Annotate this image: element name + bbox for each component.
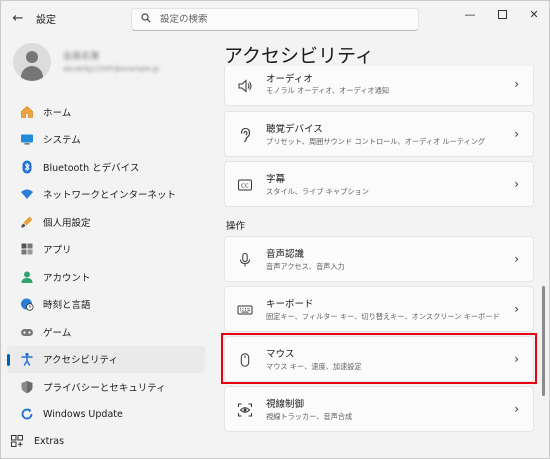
title-bar: ← 設定 — ✕ (1, 1, 549, 35)
card-title: 視線制御 (266, 399, 305, 410)
settings-window: ← 設定 — ✕ 会員名簿 abcdefg12345@example.jp (0, 0, 550, 459)
card-title: マウス (266, 349, 295, 360)
keyboard-card[interactable]: キーボード 固定キー、フィルター キー、切り替えキー、オンスクリーン キーボード… (224, 286, 534, 332)
ear-icon (235, 125, 255, 145)
close-icon: ✕ (529, 7, 539, 21)
card-subtitle: スタイル、ライブ キャプション (266, 187, 369, 196)
gamepad-icon (19, 324, 35, 340)
sidebar-item-label: システム (43, 135, 81, 147)
avatar (13, 43, 51, 81)
page-title: アクセシビリティ (224, 45, 374, 67)
sidebar-item-accessibility[interactable]: アクセシビリティ (7, 345, 205, 373)
sidebar-item-label: アクセシビリティ (43, 355, 118, 367)
card-subtitle: 音声アクセス、音声入力 (266, 262, 345, 271)
sidebar-item-personalization[interactable]: 個人用設定 (7, 208, 205, 236)
eye-control-card[interactable]: 視線制御 視線トラッカー、音声合成 › (224, 386, 534, 432)
search-input[interactable] (160, 14, 390, 25)
sidebar-nav: ホーム システム Bluetooth とデバイス ネットワークとインターネット … (7, 98, 205, 428)
sidebar-item-network[interactable]: ネットワークとインターネット (7, 181, 205, 209)
system-icon (19, 131, 35, 147)
speaker-icon (235, 76, 255, 96)
user-profile[interactable]: 会員名簿 abcdefg12345@example.jp (13, 43, 203, 83)
card-title: キーボード (266, 299, 314, 310)
chevron-right-icon: › (514, 402, 519, 416)
globe-clock-icon (19, 296, 35, 312)
sidebar-item-apps[interactable]: アプリ (7, 236, 205, 264)
captions-card[interactable]: CC 字幕 スタイル、ライブ キャプション › (224, 161, 534, 207)
sidebar-item-extras[interactable]: Extras (9, 431, 64, 451)
card-subtitle: マウス キー、速度、加速設定 (266, 362, 362, 371)
section-label-interaction: 操作 (226, 221, 246, 232)
search-icon (141, 13, 151, 26)
sidebar-item-accounts[interactable]: アカウント (7, 263, 205, 291)
accessibility-icon (19, 351, 35, 367)
sidebar-item-label: ゲーム (43, 327, 72, 339)
sidebar-item-windows-update[interactable]: Windows Update (7, 401, 205, 429)
hearing-devices-card[interactable]: 聴覚デバイス プリセット、周囲サウンド コントロール、オーディオ ルーティング … (224, 111, 534, 157)
mouse-icon (235, 350, 255, 370)
card-subtitle: モノラル オーディオ、オーディオ通知 (266, 86, 390, 95)
minimize-icon: — (464, 7, 476, 21)
sidebar-item-label: Bluetooth とデバイス (43, 162, 140, 174)
sidebar-item-label: アカウント (43, 272, 91, 284)
extras-icon (9, 433, 25, 449)
sidebar-item-home[interactable]: ホーム (7, 98, 205, 126)
search-box[interactable] (131, 8, 419, 31)
sidebar-item-label: ネットワークとインターネット (43, 190, 177, 202)
chevron-right-icon: › (514, 352, 519, 366)
minimize-button[interactable]: — (455, 5, 485, 23)
profile-email: abcdefg12345@example.jp (63, 65, 160, 73)
apps-icon (19, 241, 35, 257)
audio-card[interactable]: オーディオ モノラル オーディオ、オーディオ通知 › (224, 66, 534, 106)
cc-icon: CC (235, 175, 255, 195)
sidebar-item-gaming[interactable]: ゲーム (7, 318, 205, 346)
chevron-right-icon: › (514, 252, 519, 266)
app-title: 設定 (36, 15, 56, 26)
speech-card[interactable]: 音声認識 音声アクセス、音声入力 › (224, 236, 534, 282)
microphone-icon (235, 250, 255, 270)
card-subtitle: 視線トラッカー、音声合成 (266, 412, 353, 421)
chevron-right-icon: › (514, 302, 519, 316)
card-subtitle: プリセット、周囲サウンド コントロール、オーディオ ルーティング (266, 137, 486, 146)
back-button[interactable]: ← (7, 7, 29, 29)
arrow-left-icon: ← (12, 10, 24, 26)
close-button[interactable]: ✕ (519, 5, 549, 23)
home-icon (19, 104, 35, 120)
profile-name: 会員名簿 (63, 52, 100, 62)
brush-icon (19, 214, 35, 230)
sidebar-item-label: ホーム (43, 107, 72, 119)
svg-text:CC: CC (241, 184, 249, 190)
shield-icon (19, 379, 35, 395)
sidebar-item-label: 時刻と言語 (43, 300, 91, 312)
card-title: 字幕 (266, 174, 286, 185)
maximize-button[interactable] (487, 5, 517, 23)
sidebar-item-time-language[interactable]: 時刻と言語 (7, 291, 205, 319)
keyboard-icon (235, 300, 255, 320)
wifi-icon (19, 186, 35, 202)
sidebar-item-label: 個人用設定 (43, 217, 91, 229)
account-icon (19, 269, 35, 285)
sidebar-item-label: Windows Update (43, 408, 123, 420)
update-icon (19, 406, 35, 422)
eye-control-icon (235, 400, 255, 420)
chevron-right-icon: › (514, 177, 519, 191)
bluetooth-icon (19, 159, 35, 175)
chevron-right-icon: › (514, 77, 519, 91)
card-title: 音声認識 (266, 249, 305, 260)
card-subtitle: 固定キー、フィルター キー、切り替えキー、オンスクリーン キーボード (266, 312, 500, 321)
sidebar-item-privacy[interactable]: プライバシーとセキュリティ (7, 373, 205, 401)
card-title: オーディオ (266, 74, 313, 85)
extras-label: Extras (34, 435, 65, 447)
sidebar-item-label: プライバシーとセキュリティ (43, 382, 166, 394)
card-title: 聴覚デバイス (266, 124, 323, 135)
maximize-icon (497, 9, 507, 19)
sidebar-item-label: アプリ (43, 245, 72, 257)
sidebar-item-bluetooth[interactable]: Bluetooth とデバイス (7, 153, 205, 181)
sidebar-item-system[interactable]: システム (7, 126, 205, 154)
mouse-card[interactable]: マウス マウス キー、速度、加速設定 › (224, 336, 534, 382)
scrollbar[interactable] (542, 286, 545, 396)
chevron-right-icon: › (514, 127, 519, 141)
